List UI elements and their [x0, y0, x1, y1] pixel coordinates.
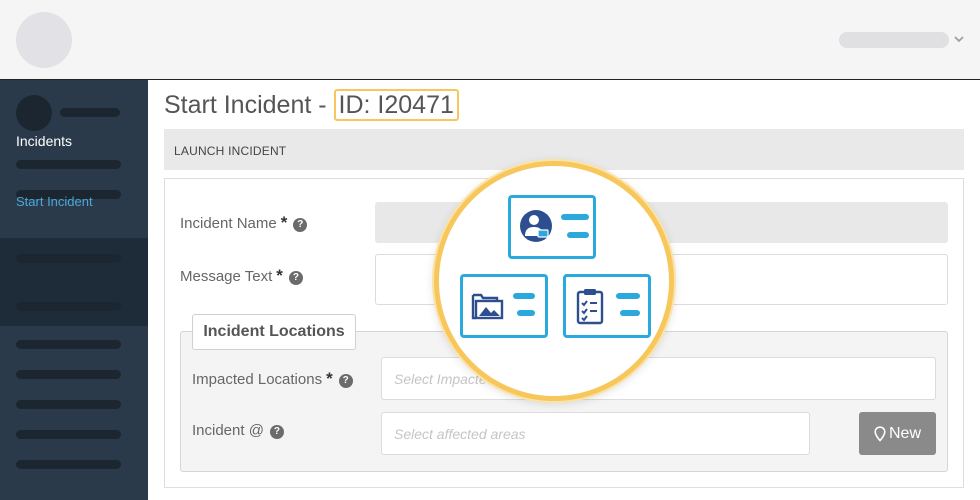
section-title: LAUNCH INCIDENT: [174, 144, 287, 158]
message-text-label-text: Message Text: [180, 268, 273, 285]
required-mark: *: [280, 213, 288, 232]
sidebar-subitem-placeholder[interactable]: [16, 254, 121, 263]
sidebar-item-placeholder[interactable]: [16, 340, 121, 349]
incident-id: ID: I20471: [333, 89, 459, 121]
question-circle-icon[interactable]: ?: [288, 271, 303, 285]
required-mark: *: [276, 266, 283, 285]
map-marker-icon: [874, 425, 886, 442]
feature-highlight-circle: [434, 161, 674, 401]
impacted-locations-label-text: Impacted Locations: [192, 371, 323, 388]
sidebar-item-start-incident[interactable]: Start Incident: [16, 194, 93, 209]
sidebar-user-name-placeholder: [60, 108, 120, 117]
message-text-label: Message Text *?: [180, 266, 303, 286]
impacted-locations-label: Impacted Locations *?: [192, 369, 353, 389]
incident-name-label: Incident Name *?: [180, 213, 308, 233]
card-line-placeholder: [620, 310, 640, 316]
sidebar-submenu: [0, 238, 148, 326]
clipboard-checklist-icon: [576, 289, 604, 325]
sidebar-item-incidents[interactable]: Incidents: [16, 133, 72, 149]
sidebar-item-placeholder[interactable]: [16, 370, 121, 379]
page-title: Start Incident - ID: I20471: [164, 89, 459, 121]
top-bar: [0, 0, 980, 80]
logo-placeholder: [16, 12, 72, 68]
incident-locations-legend: Incident Locations: [192, 314, 356, 350]
incident-media-card: [460, 274, 548, 338]
card-line-placeholder: [616, 293, 640, 299]
card-line-placeholder: [567, 232, 589, 238]
incident-checklist-card: [563, 274, 651, 338]
chevron-down-icon[interactable]: [953, 31, 965, 47]
sidebar-subitem-placeholder[interactable]: [16, 302, 121, 311]
person-briefcase-icon: [520, 210, 552, 242]
card-line-placeholder: [561, 214, 589, 220]
question-circle-icon[interactable]: ?: [269, 425, 284, 439]
sidebar-item-placeholder[interactable]: [16, 430, 121, 439]
impacted-locations-input[interactable]: [381, 357, 936, 400]
user-menu[interactable]: [839, 32, 949, 48]
card-line-placeholder: [513, 293, 535, 299]
new-location-button[interactable]: New: [859, 412, 936, 455]
new-button-label: New: [888, 424, 921, 442]
sidebar-item-placeholder[interactable]: [16, 400, 121, 409]
incident-profile-card: [508, 195, 596, 259]
sidebar-item-placeholder[interactable]: [16, 460, 121, 469]
question-circle-icon[interactable]: ?: [338, 374, 353, 388]
image-gallery-icon: [471, 293, 504, 320]
affected-areas-input[interactable]: [381, 412, 810, 455]
question-circle-icon[interactable]: ?: [293, 218, 308, 232]
required-mark: *: [326, 369, 333, 388]
incident-at-label-text: Incident @: [192, 422, 264, 439]
sidebar-avatar: [16, 95, 52, 131]
incident-name-label-text: Incident Name: [180, 215, 277, 232]
page-title-text: Start Incident -: [164, 91, 334, 119]
incident-at-label: Incident @?: [192, 422, 284, 439]
sidebar-item-placeholder[interactable]: [16, 160, 121, 169]
card-line-placeholder: [517, 310, 535, 316]
